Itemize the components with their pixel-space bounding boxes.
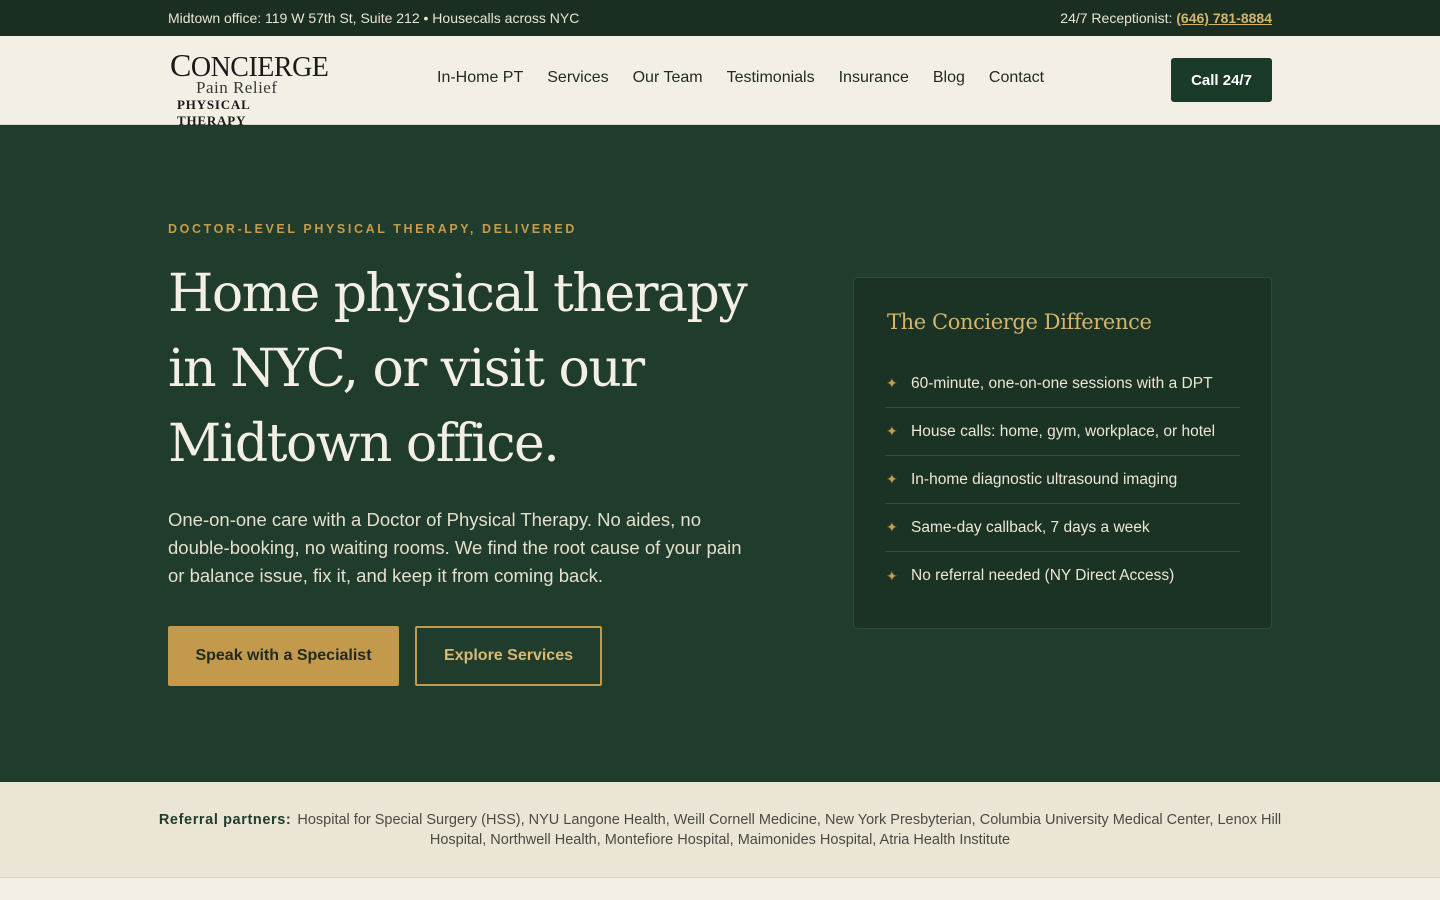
nav-item-insurance[interactable]: Insurance xyxy=(839,69,909,87)
list-item: ✦ Same-day callback, 7 days a week xyxy=(886,504,1240,552)
hero-title: Home physical therapy in NYC, or visit o… xyxy=(168,264,748,474)
call-button[interactable]: Call 24/7 xyxy=(1171,58,1272,102)
main-nav: In-Home PT Services Our Team Testimonial… xyxy=(437,69,1044,87)
explore-services-button[interactable]: Explore Services xyxy=(415,626,602,686)
nav-item-blog[interactable]: Blog xyxy=(933,69,965,87)
nav-item-services[interactable]: Services xyxy=(547,69,608,87)
site-header: CONCIERGE Pain Relief PHYSICAL THERAPY I… xyxy=(0,36,1440,128)
top-info-bar: Midtown office: 119 W 57th St, Suite 212… xyxy=(0,0,1440,36)
sparkle-icon: ✦ xyxy=(886,423,898,439)
list-item: ✦ House calls: home, gym, workplace, or h… xyxy=(886,408,1240,456)
referral-partners-strip: Referral partners: Hospital for Special … xyxy=(0,782,1440,878)
logo-subtitle: Pain Relief xyxy=(196,78,278,97)
sparkle-icon: ✦ xyxy=(886,519,898,535)
referral-partners: Hospital for Special Surgery (HSS), NYU … xyxy=(297,812,1282,848)
referral-label: Referral partners: xyxy=(158,812,292,828)
concierge-difference-card: The Concierge Difference ✦ 60-minute, one… xyxy=(853,277,1272,629)
sparkle-icon: ✦ xyxy=(886,567,898,584)
receptionist-label: 24/7 Receptionist: xyxy=(1060,10,1173,26)
list-item: ✦ No referral needed (NY Direct Access) xyxy=(886,567,1175,584)
list-item: ✦ 60-minute, one-on-one sessions with a D… xyxy=(886,360,1240,408)
nav-item-in-home-pt[interactable]: In-Home PT xyxy=(437,69,523,87)
phone-link[interactable]: (646) 781-8884 xyxy=(1176,10,1272,26)
nav-item-contact[interactable]: Contact xyxy=(989,69,1044,87)
referral-text: Referral partners: Hospital for Special … xyxy=(150,810,1290,850)
speak-specialist-button[interactable]: Speak with a Specialist xyxy=(168,626,399,686)
card-title: The Concierge Difference xyxy=(887,310,1152,334)
logo[interactable]: CONCIERGE Pain Relief PHYSICAL THERAPY xyxy=(168,48,329,128)
office-info: Midtown office: 119 W 57th St, Suite 212… xyxy=(168,10,580,26)
sparkle-icon: ✦ xyxy=(886,471,898,487)
receptionist-info: 24/7 Receptionist: (646) 781-8884 xyxy=(1060,10,1272,26)
nav-item-our-team[interactable]: Our Team xyxy=(633,69,703,87)
hero-eyebrow: DOCTOR-LEVEL PHYSICAL THERAPY, DELIVERED xyxy=(168,222,577,236)
nav-item-testimonials[interactable]: Testimonials xyxy=(727,69,815,87)
sparkle-icon: ✦ xyxy=(886,375,898,391)
hero-section: DOCTOR-LEVEL PHYSICAL THERAPY, DELIVERED… xyxy=(0,125,1440,782)
list-item: ✦ In-home diagnostic ultrasound imaging xyxy=(886,456,1240,504)
difference-list: ✦ 60-minute, one-on-one sessions with a D… xyxy=(886,360,1240,600)
hero-description: One-on-one care with a Doctor of Physica… xyxy=(168,509,742,586)
